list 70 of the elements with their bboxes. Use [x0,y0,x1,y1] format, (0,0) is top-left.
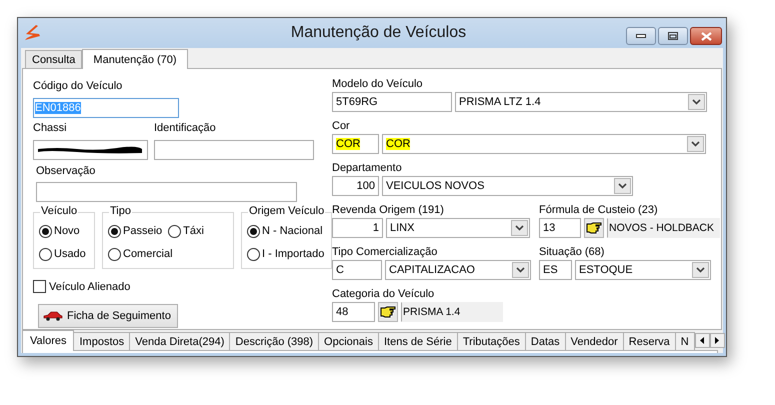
dropdown[interactable]: CAPITALIZACAO [385,260,531,280]
dropdown[interactable]: COR [382,134,706,154]
field-label: Identificação [154,121,217,135]
dropdown[interactable]: ESTOQUE [575,260,711,280]
field-label: Revenda Origem (191) [332,203,445,217]
radio-option[interactable]: Táxi [168,223,204,239]
right-arrow-icon [715,337,720,344]
left-arrow-icon [700,337,704,344]
field-label: Cor [332,119,351,133]
chassis-field[interactable] [33,140,148,160]
window-title: Manutenção de Veículos [290,24,468,42]
tab[interactable]: Manutenção (70) [82,49,188,69]
field-label: Departamento [332,161,403,175]
radio-option[interactable]: Passeio [108,223,162,239]
code-field[interactable]: 5T69RG [332,92,452,112]
tracking-sheet-button[interactable]: Ficha de Seguimento [38,304,178,328]
code-field[interactable]: 13 [539,218,581,238]
dropdown[interactable]: PRISMA LTZ 1.4 [455,92,707,112]
field-label: Tipo Comercialização [332,245,438,259]
radio-option[interactable]: I - Importado [247,246,324,262]
dropdown[interactable]: LINX [386,218,530,238]
code-field[interactable]: 1 [332,218,383,238]
tab[interactable]: N [674,332,695,350]
pointing-hand-button[interactable] [584,218,604,238]
tab[interactable]: Venda Direta(294) [129,332,230,350]
close-button[interactable] [690,27,722,45]
dropdown[interactable]: VEICULOS NOVOS [382,176,633,196]
field-label: Código do Veículo [33,79,124,93]
close-icon [700,32,712,40]
field-label: Chassi [33,121,68,135]
minimize-button[interactable] [626,27,656,45]
identification-field[interactable] [154,140,314,160]
radio-option[interactable]: Comercial [108,246,173,262]
field-label: Modelo do Veículo [332,77,424,91]
tab[interactable]: Opcionais [318,332,379,350]
readonly-field: PRISMA 1.4 [401,302,503,322]
field-label: Situação (68) [539,245,606,259]
observation-field[interactable] [36,182,297,202]
readonly-field: NOVOS - HOLDBACK [607,218,720,238]
code-field[interactable]: COR [332,134,379,154]
code-field[interactable]: C [332,260,382,280]
checkbox[interactable] [33,280,46,293]
code-field[interactable]: 48 [332,302,375,322]
tab[interactable]: Consulta [25,50,82,68]
pointing-hand-icon [586,222,602,234]
scroll-right-button[interactable] [710,333,725,348]
checkbox-label: Veículo Alienado [49,280,130,292]
group-title: Origem Veículo [248,205,326,217]
minimize-icon [636,34,646,38]
tab[interactable]: Valores [22,330,74,351]
car-icon [43,311,63,321]
app-logo-icon [24,25,41,41]
radio-option[interactable]: N - Nacional [247,223,323,239]
radio-option[interactable]: Novo [39,223,80,239]
pointing-hand-button[interactable] [378,302,398,322]
radio-option[interactable]: Usado [39,246,86,262]
field-label: Observação [36,164,96,178]
field-label: Categoria do Veículo [332,287,436,301]
maximize-icon [668,32,678,40]
tab[interactable]: Tributações [456,332,526,350]
tab[interactable]: Descrição (398) [229,332,320,350]
maximize-button[interactable] [658,27,688,45]
code-field[interactable]: ES [539,260,572,280]
group-title: Veículo [40,205,78,217]
code-field[interactable]: 100 [332,176,379,196]
group-title: Tipo [109,205,132,217]
tab[interactable]: Impostos [73,332,130,350]
scroll-left-button[interactable] [694,333,710,348]
field-label: Fórmula de Custeio (23) [539,203,659,217]
pointing-hand-icon [380,306,396,318]
